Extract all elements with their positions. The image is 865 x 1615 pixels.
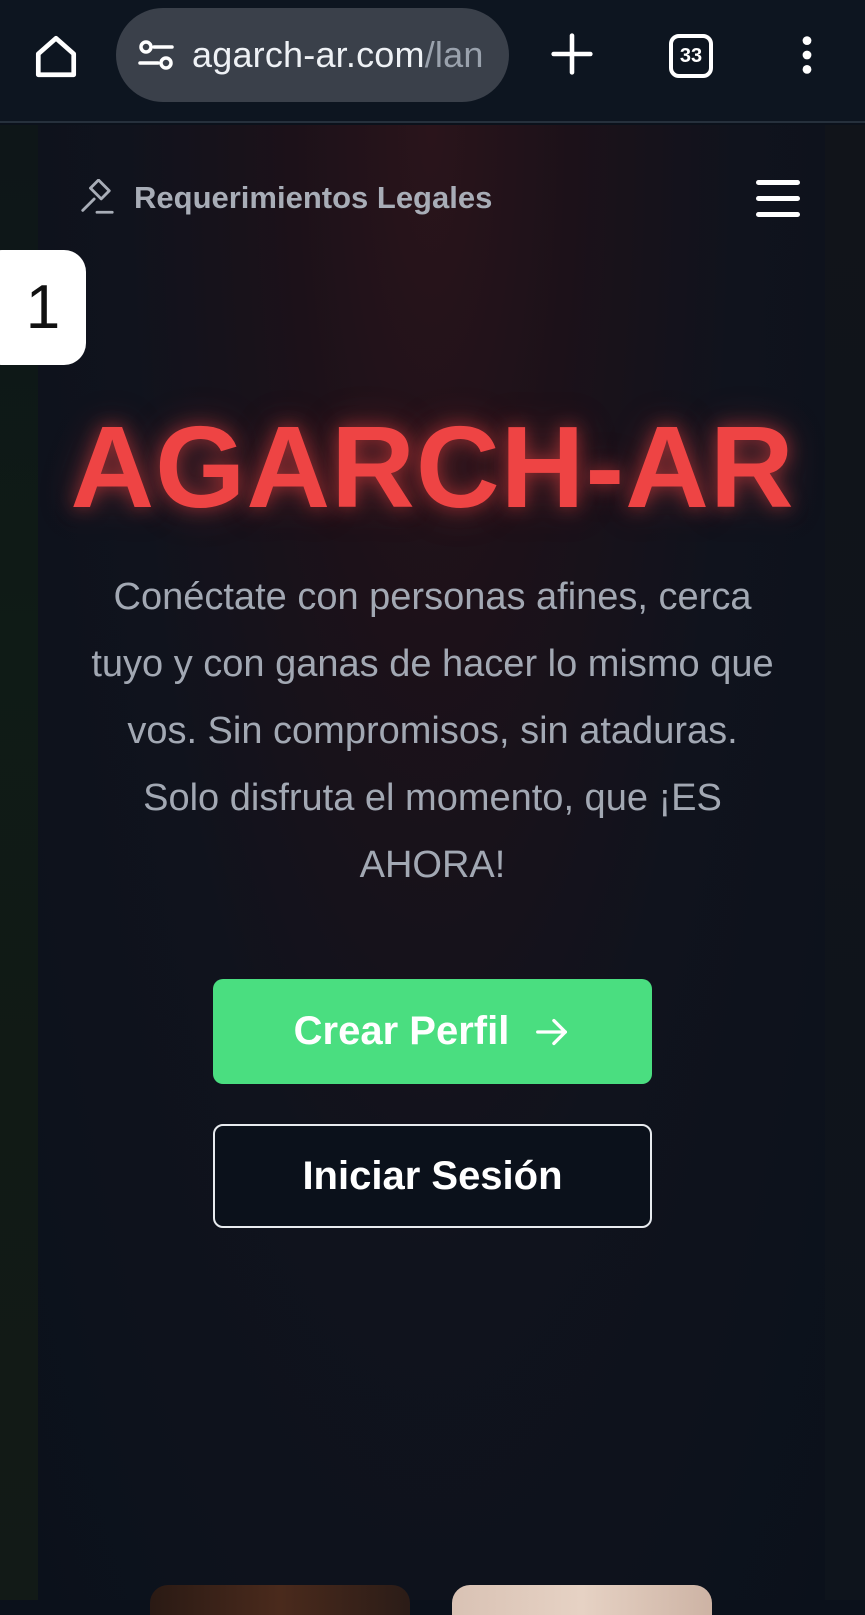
right-page-edge [825, 125, 865, 1600]
hamburger-menu-button[interactable] [754, 178, 802, 220]
login-label: Iniciar Sesión [302, 1153, 563, 1198]
create-profile-label: Crear Perfil [293, 1009, 510, 1053]
hero-title: AGARCH-AR [70, 402, 795, 532]
new-tab-button[interactable] [548, 30, 596, 78]
url-host: agarch-ar.com [192, 34, 425, 75]
tab-count: 33 [679, 44, 703, 67]
legal-requirements-link[interactable]: Requerimientos Legales [78, 176, 492, 220]
plus-icon [551, 33, 593, 75]
menu-icon-bar [756, 180, 800, 185]
menu-icon-bar [756, 212, 800, 217]
profile-card-image[interactable] [150, 1585, 410, 1615]
home-button[interactable] [30, 30, 82, 82]
tabs-icon: 33 [669, 34, 713, 78]
profile-card-image[interactable] [452, 1585, 712, 1615]
hero-subtitle: Conéctate con personas afines, cerca tuy… [91, 576, 774, 886]
gavel-icon [81, 179, 114, 214]
url-text: agarch-ar.com/lan [192, 34, 484, 76]
more-vert-icon [802, 36, 812, 74]
overlay-number-badge: 1 [0, 250, 86, 365]
tune-icon[interactable] [136, 35, 176, 75]
address-bar[interactable]: agarch-ar.com/lan [116, 8, 509, 102]
url-path: /lan [424, 34, 484, 75]
more-options-button[interactable] [790, 30, 824, 80]
home-icon [35, 35, 77, 78]
badge-number: 1 [25, 273, 61, 342]
create-profile-button[interactable]: Crear Perfil [213, 979, 652, 1084]
browser-toolbar: agarch-ar.com/lan 33 [0, 0, 865, 123]
arrow-right-icon [536, 1018, 568, 1045]
tab-switcher-button[interactable]: 33 [668, 33, 714, 79]
login-button[interactable]: Iniciar Sesión [213, 1124, 652, 1228]
legal-link-label: Requerimientos Legales [134, 180, 493, 215]
menu-icon-bar [756, 196, 800, 201]
